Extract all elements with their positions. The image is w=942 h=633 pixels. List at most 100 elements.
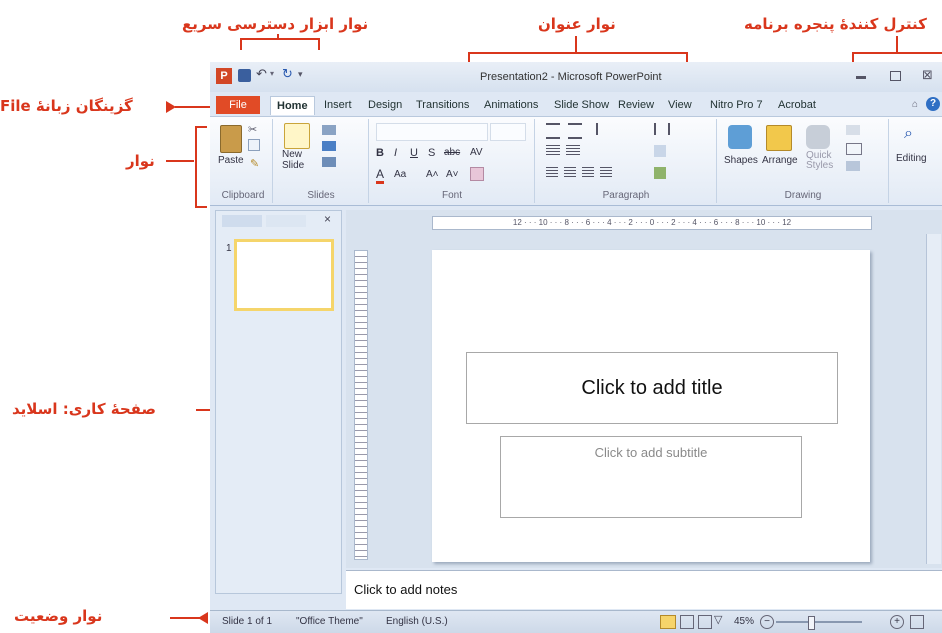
clear-format-icon[interactable] xyxy=(470,167,484,181)
editing-label[interactable]: Editing xyxy=(896,153,927,164)
annotation-ribbon: نوار xyxy=(126,152,155,170)
zoom-slider-thumb[interactable] xyxy=(808,616,815,630)
arrange-label[interactable]: Arrange xyxy=(762,155,798,166)
font-size-dropdown[interactable] xyxy=(490,123,526,141)
save-icon[interactable] xyxy=(238,69,251,82)
tab-insert[interactable]: Insert xyxy=(318,96,358,114)
copy-icon[interactable] xyxy=(248,139,260,151)
title-placeholder[interactable]: Click to add title xyxy=(466,352,838,424)
app-icon[interactable]: P xyxy=(216,68,232,84)
line-spacing-icon[interactable] xyxy=(596,123,610,135)
format-painter-icon[interactable]: ✎ xyxy=(250,157,259,170)
slides-tab[interactable] xyxy=(222,215,262,227)
reset-icon[interactable] xyxy=(322,141,336,151)
cut-icon[interactable]: ✂ xyxy=(248,123,257,136)
grow-font-icon[interactable]: A˄ xyxy=(426,169,439,180)
slide-sorter-icon[interactable] xyxy=(680,615,694,629)
arrange-icon[interactable] xyxy=(766,125,792,151)
status-theme[interactable]: "Office Theme" xyxy=(296,616,363,627)
undo-dropdown-icon[interactable]: ▾ xyxy=(270,69,274,78)
change-case-icon[interactable]: Aa xyxy=(394,169,406,180)
zoom-out-icon[interactable]: − xyxy=(760,615,774,629)
tab-home[interactable]: Home xyxy=(270,96,315,115)
binoculars-icon[interactable]: ⌕ xyxy=(904,125,913,143)
increase-indent-icon[interactable] xyxy=(566,145,580,155)
zoom-slider[interactable] xyxy=(776,621,862,623)
customize-qat-icon[interactable]: ▾ xyxy=(298,69,303,80)
tab-acrobat[interactable]: Acrobat xyxy=(772,96,822,114)
bold-icon[interactable]: B xyxy=(376,147,384,159)
shadow-icon[interactable]: S xyxy=(428,147,435,159)
font-color-icon[interactable]: A xyxy=(376,167,385,184)
tab-file[interactable]: File xyxy=(216,96,260,114)
group-font: B I U S abc AV A Aa A˄ A˅ Font xyxy=(370,119,535,203)
text-direction-icon[interactable] xyxy=(654,145,666,157)
tab-slide-show[interactable]: Slide Show xyxy=(548,96,615,114)
zoom-in-icon[interactable]: + xyxy=(890,615,904,629)
shape-outline-icon[interactable] xyxy=(846,143,862,155)
align-center-icon[interactable] xyxy=(564,167,576,177)
slide-thumb-number: 1 xyxy=(226,243,232,254)
tab-animations[interactable]: Animations xyxy=(478,96,544,114)
tab-view[interactable]: View xyxy=(662,96,698,114)
decrease-indent-icon[interactable] xyxy=(546,145,560,155)
slide-thumbnail[interactable] xyxy=(234,239,334,311)
shapes-icon[interactable] xyxy=(728,125,752,149)
numbering-icon[interactable] xyxy=(568,123,582,139)
shrink-font-icon[interactable]: A˅ xyxy=(446,169,459,180)
close-icon[interactable]: ⊠ xyxy=(922,67,933,83)
smartart-icon[interactable] xyxy=(654,167,666,179)
font-group-label: Font xyxy=(441,190,462,201)
normal-view-icon[interactable] xyxy=(660,615,676,629)
tab-design[interactable]: Design xyxy=(362,96,408,114)
slideshow-view-icon[interactable]: ▽ xyxy=(714,613,722,626)
justify-icon[interactable] xyxy=(600,167,612,177)
outline-tab[interactable] xyxy=(266,215,306,227)
align-right-icon[interactable] xyxy=(582,167,594,177)
redo-icon[interactable]: ↻ xyxy=(282,66,293,82)
subtitle-placeholder[interactable]: Click to add subtitle xyxy=(500,436,802,518)
columns-icon[interactable] xyxy=(654,123,670,135)
vertical-scrollbar[interactable] xyxy=(926,234,941,564)
tab-review[interactable]: Review xyxy=(612,96,660,114)
quick-styles-icon[interactable] xyxy=(806,125,830,149)
new-slide-label[interactable]: New Slide xyxy=(282,149,316,171)
strikethrough-icon[interactable]: abc xyxy=(444,147,460,158)
zoom-level[interactable]: 45% xyxy=(734,616,754,627)
title-bar: P ↶ ▾ ↻ ▾ Presentation2 - Microsoft Powe… xyxy=(210,62,942,92)
new-slide-icon[interactable] xyxy=(284,123,310,149)
align-left-icon[interactable] xyxy=(546,167,558,177)
undo-icon[interactable]: ↶ xyxy=(256,66,267,82)
shapes-label[interactable]: Shapes xyxy=(724,155,758,166)
notes-placeholder[interactable]: Click to add notes xyxy=(354,582,457,597)
quick-styles-label[interactable]: Quick Styles xyxy=(806,151,838,171)
italic-icon[interactable]: I xyxy=(394,147,397,159)
layout-icon[interactable] xyxy=(322,125,336,135)
minimize-icon[interactable] xyxy=(856,76,866,79)
pane-close-icon[interactable]: × xyxy=(324,212,331,226)
clipboard-group-label: Clipboard xyxy=(221,190,265,201)
char-spacing-icon[interactable]: AV xyxy=(470,147,483,158)
shape-fill-icon[interactable] xyxy=(846,125,860,135)
underline-icon[interactable]: U xyxy=(410,147,418,159)
collapse-ribbon-icon[interactable]: ⌂ xyxy=(912,99,918,110)
tab-transitions[interactable]: Transitions xyxy=(410,96,475,114)
shape-effects-icon[interactable] xyxy=(846,161,860,171)
section-icon[interactable] xyxy=(322,157,336,167)
notes-pane[interactable]: Click to add notes xyxy=(346,570,942,609)
bracket-ribbon xyxy=(195,126,207,208)
maximize-icon[interactable] xyxy=(890,71,901,81)
paste-label[interactable]: Paste xyxy=(218,155,244,166)
tab-nitro[interactable]: Nitro Pro 7 xyxy=(704,96,769,114)
status-bar: Slide 1 of 1 "Office Theme" English (U.S… xyxy=(210,610,942,633)
help-icon[interactable]: ? xyxy=(926,97,940,111)
slide-canvas[interactable]: Click to add title Click to add subtitle xyxy=(432,250,870,562)
arrow-file-line xyxy=(175,106,210,108)
status-language[interactable]: English (U.S.) xyxy=(386,616,448,627)
bullets-icon[interactable] xyxy=(546,123,560,139)
fit-slide-icon[interactable] xyxy=(910,615,924,629)
paste-icon[interactable] xyxy=(220,125,242,153)
font-name-dropdown[interactable] xyxy=(376,123,488,141)
annotation-quick-access: نوار ابزار دسترسی سریع xyxy=(182,15,369,33)
reading-view-icon[interactable] xyxy=(698,615,712,629)
